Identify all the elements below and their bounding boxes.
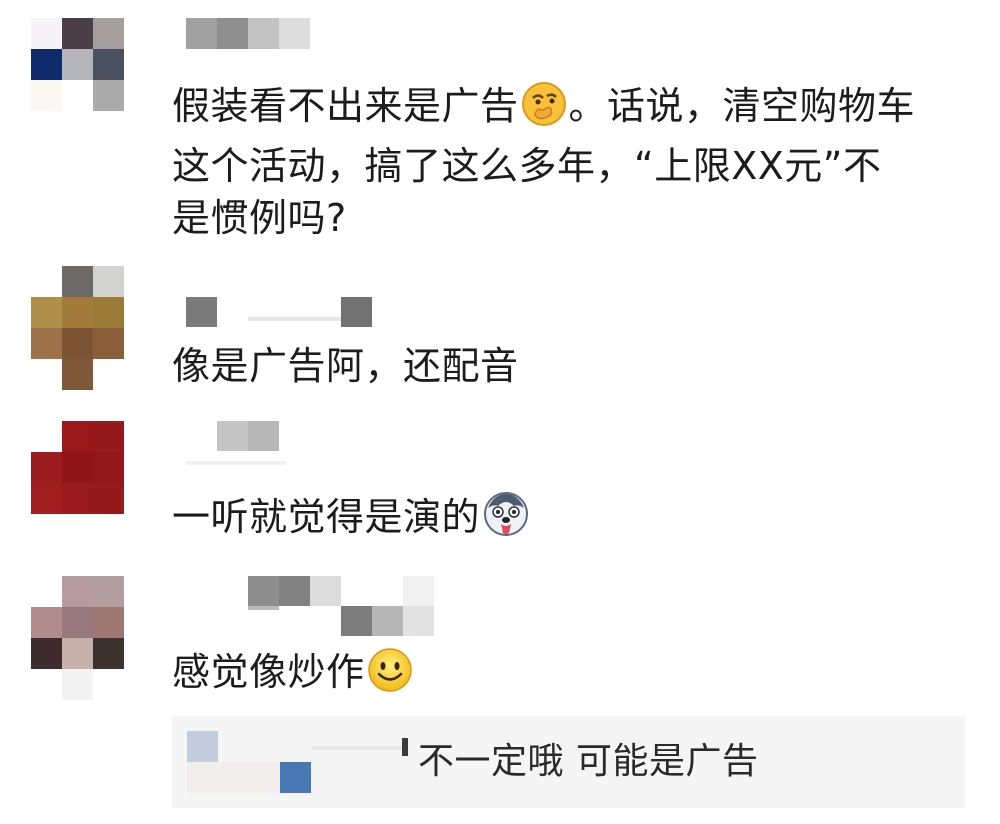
husky-dog-icon [482,490,530,551]
comment-text: 像是广告阿，还配音 [172,340,972,392]
comment-text: 假装看不出来是广告 。话说，清空购物车 这个活动，搞了这么多年，“上限XX元”不 … [172,80,972,244]
reply-avatar-pixel [280,762,311,793]
avatar[interactable] [31,421,124,514]
thinking-face-icon [521,81,567,140]
reply-text: 不一定哦 可能是广告 [418,741,759,782]
comment-text-line: 感觉像炒作 [172,650,365,694]
comment-text-line: 这个活动，搞了这么多年，“上限XX元”不 [172,144,882,188]
comment-text-line: 像是广告阿，还配音 [172,344,519,388]
comment-text-line: 假装看不出来是广告 [172,84,519,128]
avatar[interactable] [31,576,124,669]
avatar-pixel [62,359,93,390]
smiling-face-icon [367,647,413,706]
avatar[interactable] [31,18,124,111]
reply-separator [402,738,408,756]
reply-username [312,746,402,750]
comment-text: 一听就觉得是演的 [172,490,972,551]
comment-text-line: 。话说，清空购物车 [568,84,916,128]
comment-text-line: 是惯例吗? [172,196,347,240]
reply-username [187,762,280,793]
comment-text-line: 一听就觉得是演的 [172,495,481,539]
reply-avatar-pixel [187,731,218,762]
avatar[interactable] [31,266,124,359]
avatar-pixel [62,669,93,700]
comment-text: 感觉像炒作 [172,646,972,706]
